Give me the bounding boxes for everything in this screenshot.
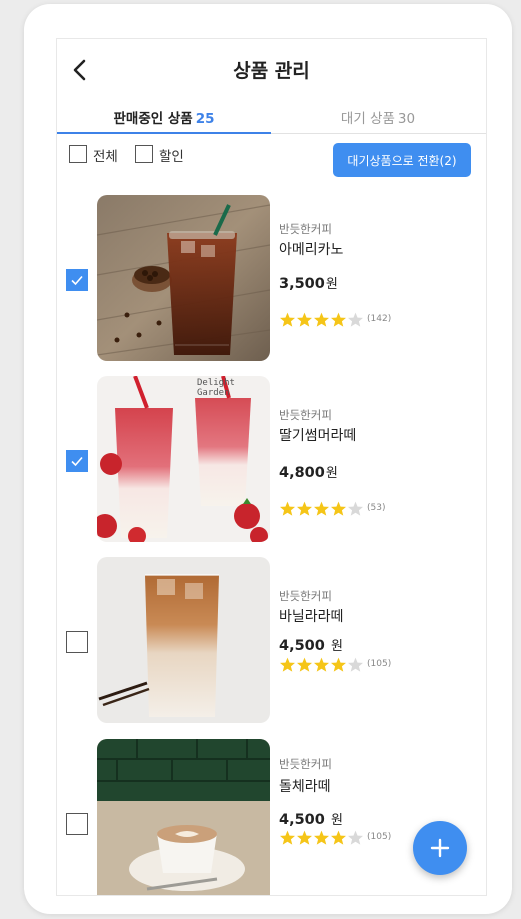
- star-icon: [280, 830, 295, 845]
- product-image-dolce-latte: [97, 739, 270, 895]
- price-value: 3,500: [279, 276, 325, 292]
- star-icon: [331, 501, 346, 516]
- check-icon: [71, 456, 83, 467]
- filter-bar: 전체 할인 대기상품으로 전환(2): [57, 143, 486, 183]
- star-icon: [297, 657, 312, 672]
- product-rating: (142): [279, 311, 391, 327]
- product-name: 돌체라떼: [279, 779, 331, 795]
- check-icon: [71, 275, 83, 286]
- price-currency: 원: [325, 466, 338, 481]
- review-count: (105): [367, 659, 392, 669]
- header: 상품 관리: [57, 39, 486, 99]
- product-price: 4,800원: [279, 462, 338, 481]
- product-checkbox[interactable]: [66, 450, 88, 472]
- add-product-button[interactable]: [413, 821, 467, 875]
- price-currency: 원: [330, 639, 343, 654]
- product-price: 3,500원: [279, 273, 338, 292]
- product-name: 바닐라라떼: [279, 609, 344, 625]
- product-checkbox[interactable]: [66, 269, 88, 291]
- star-rating: [279, 657, 364, 672]
- star-rating: [279, 830, 364, 845]
- star-icon: [297, 501, 312, 516]
- review-count: (142): [367, 314, 392, 324]
- product-brand: 반듯한커피: [279, 589, 332, 603]
- review-count: (53): [367, 503, 386, 513]
- tab-waiting[interactable]: 대기 상품 30: [271, 107, 485, 133]
- product-rating: (105): [279, 829, 391, 845]
- product-item[interactable]: 반듯한커피 아메리카노 3,500원 (142): [57, 195, 486, 361]
- screen: 상품 관리 판매중인 상품 25 대기 상품 30 전체 할인 대기상품으로 전환(…: [56, 38, 487, 896]
- star-icon: [331, 312, 346, 327]
- star-rating: [279, 501, 364, 516]
- product-price: 4,500 원: [279, 635, 343, 654]
- switch-to-waiting-button[interactable]: 대기상품으로 전환(2): [333, 143, 471, 177]
- phone-frame: 상품 관리 판매중인 상품 25 대기 상품 30 전체 할인 대기상품으로 전환(…: [24, 4, 512, 914]
- discount-label: 할인: [159, 149, 184, 165]
- product-image-vanilla-latte: [97, 557, 270, 723]
- product-checkbox[interactable]: [66, 631, 88, 653]
- star-icon: [314, 657, 329, 672]
- tab-waiting-label: 대기 상품: [340, 111, 395, 127]
- product-rating: (53): [279, 500, 385, 516]
- star-icon: [297, 312, 312, 327]
- price-currency: 원: [325, 277, 338, 292]
- star-icon: [348, 312, 363, 327]
- star-icon: [280, 312, 295, 327]
- product-item[interactable]: 반듯한커피 돌체라떼 4,500 원 (105): [57, 739, 486, 895]
- tab-waiting-count: 30: [397, 111, 416, 127]
- star-icon: [297, 830, 312, 845]
- star-icon: [280, 501, 295, 516]
- product-brand: 반듯한커피: [279, 222, 332, 236]
- select-all-checkbox[interactable]: [69, 145, 87, 163]
- tab-bar: 판매중인 상품 25 대기 상품 30: [57, 101, 486, 134]
- product-brand: 반듯한커피: [279, 757, 332, 771]
- star-icon: [348, 501, 363, 516]
- star-rating: [279, 312, 364, 327]
- discount-checkbox[interactable]: [135, 145, 153, 163]
- star-icon: [314, 312, 329, 327]
- tab-on-sale[interactable]: 판매중인 상품 25: [57, 107, 271, 134]
- tab-on-sale-label: 판매중인 상품: [113, 111, 193, 127]
- product-item[interactable]: 반듯한커피 바닐라라떼 4,500 원 (105): [57, 557, 486, 723]
- star-icon: [314, 501, 329, 516]
- plus-icon: [430, 838, 450, 858]
- tab-on-sale-count: 25: [195, 111, 215, 127]
- review-count: (105): [367, 832, 392, 842]
- product-item[interactable]: Delight Garden 반듯한커피 딸기썸머라떼 4,800원 (53): [57, 376, 486, 542]
- star-icon: [331, 657, 346, 672]
- product-checkbox[interactable]: [66, 813, 88, 835]
- product-name: 딸기썸머라떼: [279, 428, 357, 444]
- price-value: 4,500: [279, 812, 325, 828]
- product-price: 4,500 원: [279, 809, 343, 828]
- price-value: 4,800: [279, 465, 325, 481]
- image-caption: Delight Garden: [197, 378, 235, 398]
- select-all-label: 전체: [93, 149, 118, 165]
- star-icon: [314, 830, 329, 845]
- star-icon: [348, 657, 363, 672]
- page-title: 상품 관리: [233, 60, 310, 82]
- price-currency: 원: [330, 813, 343, 828]
- star-icon: [280, 657, 295, 672]
- star-icon: [331, 830, 346, 845]
- product-brand: 반듯한커피: [279, 408, 332, 422]
- product-rating: (105): [279, 656, 391, 672]
- star-icon: [348, 830, 363, 845]
- product-name: 아메리카노: [279, 242, 344, 258]
- product-image-strawberry-latte: Delight Garden: [97, 376, 270, 542]
- price-value: 4,500: [279, 638, 325, 654]
- product-image-americano: [97, 195, 270, 361]
